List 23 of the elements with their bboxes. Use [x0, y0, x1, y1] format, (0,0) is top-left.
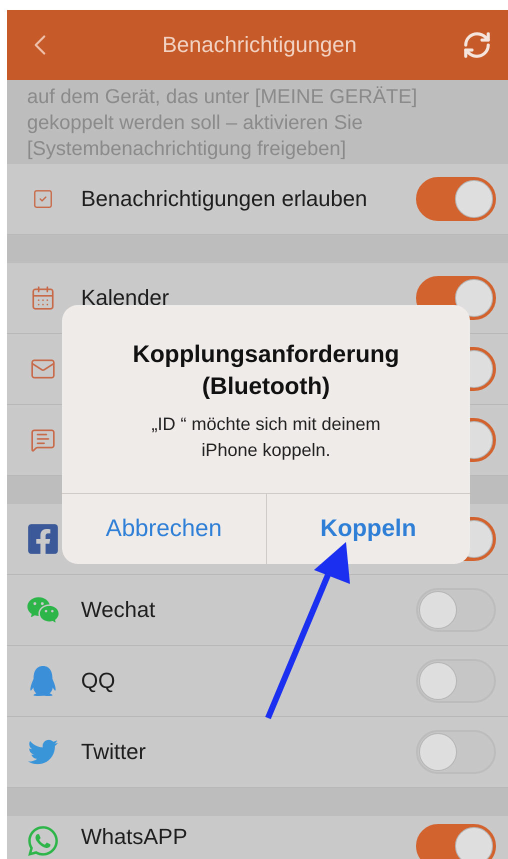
refresh-icon[interactable] [462, 30, 492, 60]
checkbox-icon [32, 188, 54, 210]
calendar-icon [30, 285, 56, 311]
row-label: QQ [81, 668, 116, 694]
bird-icon [28, 737, 58, 767]
row-label: Benachrichtigungen erlauben [81, 186, 368, 212]
toggle-switch[interactable] [416, 177, 496, 221]
row-label: WhatsAPP [81, 824, 188, 850]
row-label: Wechat [81, 597, 156, 623]
toggle-switch[interactable] [416, 730, 496, 774]
header-title: Benachrichtigungen [162, 32, 357, 58]
penguin-icon [28, 666, 58, 696]
row-label: Twitter [81, 739, 147, 765]
toggle-switch[interactable] [416, 588, 496, 632]
message-icon [30, 427, 56, 453]
dialog-title: Kopplungsanforderung (Bluetooth) [132, 340, 400, 402]
dialog-button[interactable]: Abbrechen [62, 494, 266, 564]
f-letter-icon [26, 522, 60, 556]
toggle-switch[interactable] [416, 659, 496, 703]
toggle-switch[interactable] [416, 824, 496, 859]
dialog-message: „ID “ möchte sich mit deinem iPhone koppeln. [150, 413, 382, 462]
phone-bubble-icon [26, 824, 60, 858]
row-label: Kalender [81, 285, 170, 311]
